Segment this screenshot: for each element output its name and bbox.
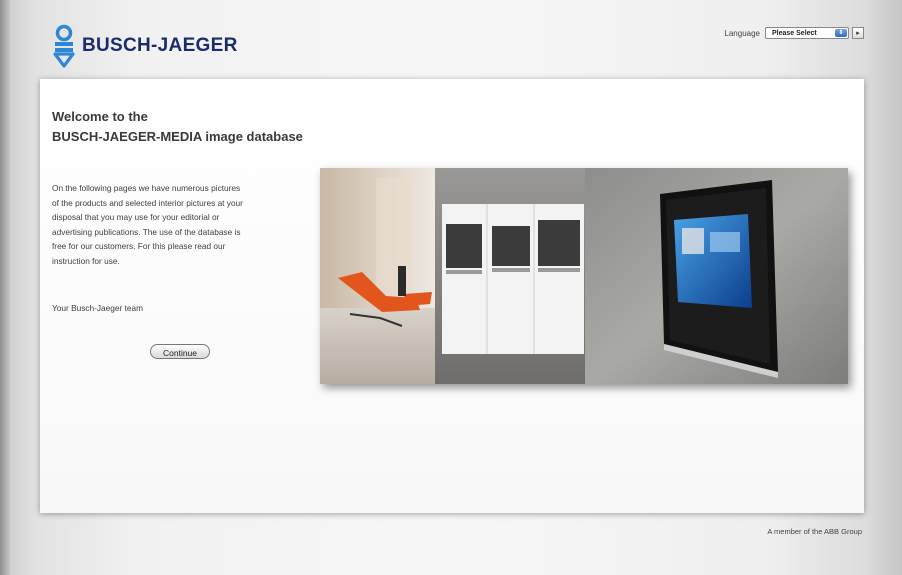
header: BUSCH-JAEGER Language Please Select ⇕ ▸ (10, 0, 902, 78)
language-selected-value: Please Select (772, 30, 817, 37)
brand-logo[interactable]: BUSCH-JAEGER (52, 24, 238, 68)
intro-line: of the products and selected interior pi… (52, 197, 243, 208)
continue-button[interactable]: Continue (150, 344, 210, 359)
hero-image (320, 168, 848, 384)
title-line-2: BUSCH-JAEGER-MEDIA image database (52, 129, 303, 144)
brand-name: BUSCH-JAEGER (82, 35, 238, 56)
intro-line: On the following pages we have numerous … (52, 183, 241, 193)
busch-jaeger-logo-icon (52, 24, 76, 68)
page-title: Welcome to the BUSCH-JAEGER-MEDIA image … (52, 107, 303, 147)
welcome-panel: Welcome to the BUSCH-JAEGER-MEDIA image … (40, 79, 864, 513)
intro-line: free for our customers. For this please … (52, 241, 226, 252)
intro-paragraph: On the following pages we have numerous … (52, 181, 292, 269)
intro-line: instruction for use. (52, 255, 120, 266)
footer-note: A member of the ABB Group (767, 527, 862, 536)
updown-arrows-icon: ⇕ (835, 29, 847, 37)
language-selector: Language Please Select ⇕ ▸ (724, 27, 864, 39)
signoff-text: Your Busch-Jaeger team (52, 303, 144, 313)
language-label: Language (724, 28, 760, 38)
intro-line: advertising publications. The use of the… (52, 226, 241, 237)
window-left-edge (0, 0, 10, 575)
intro-line: disposal that you may use for your edito… (52, 212, 220, 223)
language-dropdown[interactable]: Please Select ⇕ (765, 27, 849, 39)
chevron-right-icon[interactable]: ▸ (852, 27, 864, 39)
title-line-1: Welcome to the (52, 109, 148, 124)
